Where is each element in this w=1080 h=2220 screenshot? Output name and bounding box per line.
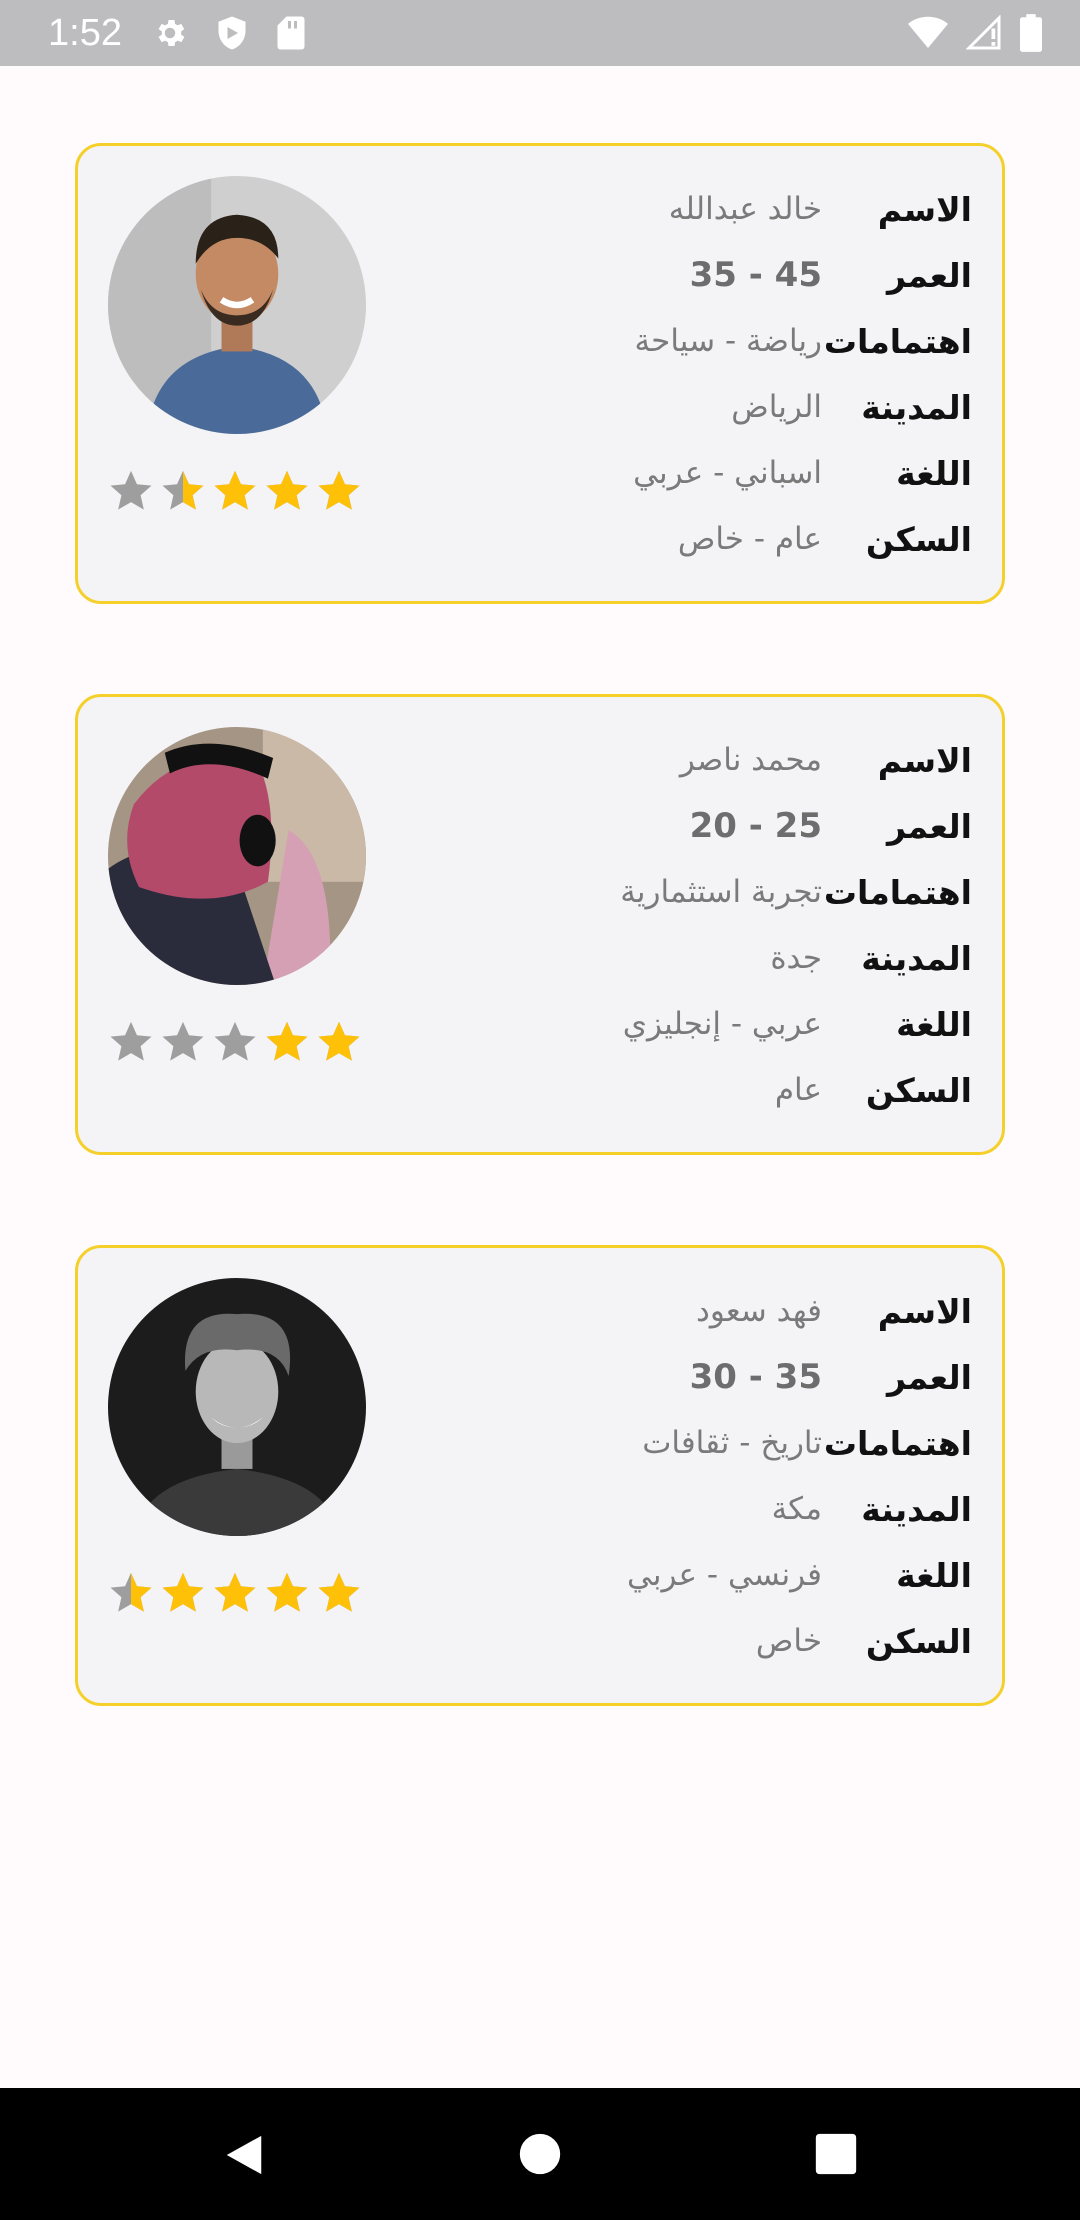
- interests-value: تجربة استثمارية: [620, 874, 822, 910]
- city-row: المدينة مكة: [412, 1476, 972, 1542]
- age-label: العمر: [887, 255, 972, 295]
- city-value: جدة: [770, 940, 822, 976]
- language-value: اسباني - عربي: [633, 455, 822, 491]
- status-bar: 1:52: [0, 0, 1080, 66]
- age-label: العمر: [887, 1357, 972, 1397]
- star-filled-icon: [318, 470, 360, 510]
- language-value: فرنسي - عربي: [626, 1557, 822, 1593]
- name-row: الاسم خالد عبدالله: [412, 176, 972, 242]
- status-time: 1:52: [48, 11, 122, 54]
- city-row: المدينة جدة: [412, 925, 972, 991]
- avatar: [108, 176, 366, 434]
- city-value: الرياض: [731, 389, 822, 425]
- age-value: 30 - 35: [689, 1357, 822, 1397]
- interests-value: تاريخ - ثقافات: [642, 1425, 822, 1461]
- age-label: العمر: [887, 806, 972, 846]
- rating-stars: [108, 1570, 368, 1622]
- sd-card-icon: [276, 15, 306, 51]
- star-filled-icon: [162, 1572, 204, 1612]
- home-icon[interactable]: [518, 2132, 562, 2180]
- profile-info: الاسم فهد سعود العمر 30 - 35 اهتمامات تا…: [412, 1278, 972, 1674]
- housing-value: عام: [774, 1072, 822, 1108]
- interests-label: اهتمامات: [823, 1423, 972, 1463]
- avatar: [108, 1278, 366, 1536]
- star-half-icon: [110, 1572, 152, 1612]
- profile-card[interactable]: الاسم فهد سعود العمر 30 - 35 اهتمامات تا…: [75, 1245, 1005, 1706]
- star-empty-icon: [162, 1021, 204, 1061]
- star-filled-icon: [214, 1572, 256, 1612]
- star-filled-icon: [318, 1021, 360, 1061]
- housing-row: السكن عام - خاص: [412, 506, 972, 572]
- star-filled-icon: [266, 1021, 308, 1061]
- city-label: المدينة: [861, 938, 972, 978]
- language-label: اللغة: [896, 453, 972, 493]
- age-row: العمر 20 - 25: [412, 793, 972, 859]
- shield-icon: [216, 15, 248, 51]
- interests-value: رياضة - سياحة: [634, 323, 822, 359]
- name-row: الاسم محمد ناصر: [412, 727, 972, 793]
- signal-icon: [966, 15, 1002, 51]
- star-filled-icon: [214, 470, 256, 510]
- city-value: مكة: [771, 1491, 822, 1527]
- interests-label: اهتمامات: [823, 872, 972, 912]
- profile-card[interactable]: الاسم خالد عبدالله العمر 35 - 45 اهتماما…: [75, 143, 1005, 604]
- housing-row: السكن خاص: [412, 1608, 972, 1674]
- profile-info: الاسم محمد ناصر العمر 20 - 25 اهتمامات ت…: [412, 727, 972, 1123]
- star-empty-icon: [110, 1021, 152, 1061]
- age-row: العمر 30 - 35: [412, 1344, 972, 1410]
- name-value: خالد عبدالله: [668, 191, 822, 227]
- language-label: اللغة: [896, 1555, 972, 1595]
- star-filled-icon: [266, 1572, 308, 1612]
- housing-label: السكن: [865, 519, 972, 559]
- gear-icon: [152, 15, 188, 51]
- city-label: المدينة: [861, 1489, 972, 1529]
- profile-info: الاسم خالد عبدالله العمر 35 - 45 اهتماما…: [412, 176, 972, 572]
- age-value: 20 - 25: [689, 806, 822, 846]
- name-value: فهد سعود: [696, 1293, 822, 1329]
- housing-value: خاص: [755, 1623, 822, 1659]
- language-row: اللغة عربي - إنجليزي: [412, 991, 972, 1057]
- name-label: الاسم: [877, 740, 972, 780]
- battery-icon: [1020, 14, 1042, 52]
- name-label: الاسم: [877, 189, 972, 229]
- housing-label: السكن: [865, 1621, 972, 1661]
- language-label: اللغة: [896, 1004, 972, 1044]
- rating-stars: [108, 468, 368, 520]
- rating-stars: [108, 1019, 368, 1071]
- interests-label: اهتمامات: [823, 321, 972, 361]
- avatar: [108, 727, 366, 985]
- recents-icon[interactable]: [814, 2132, 858, 2180]
- star-half-icon: [162, 470, 204, 510]
- wifi-icon: [908, 16, 948, 50]
- interests-row: اهتمامات تاريخ - ثقافات: [412, 1410, 972, 1476]
- star-empty-icon: [214, 1021, 256, 1061]
- back-icon[interactable]: [222, 2132, 266, 2182]
- interests-row: اهتمامات تجربة استثمارية: [412, 859, 972, 925]
- age-row: العمر 35 - 45: [412, 242, 972, 308]
- name-row: الاسم فهد سعود: [412, 1278, 972, 1344]
- star-filled-icon: [318, 1572, 360, 1612]
- name-value: محمد ناصر: [679, 742, 822, 778]
- city-label: المدينة: [861, 387, 972, 427]
- name-label: الاسم: [877, 1291, 972, 1331]
- age-value: 35 - 45: [689, 255, 822, 295]
- interests-row: اهتمامات رياضة - سياحة: [412, 308, 972, 374]
- star-empty-icon: [110, 470, 152, 510]
- profile-card[interactable]: الاسم محمد ناصر العمر 20 - 25 اهتمامات ت…: [75, 694, 1005, 1155]
- city-row: المدينة الرياض: [412, 374, 972, 440]
- housing-value: عام - خاص: [677, 521, 822, 557]
- language-row: اللغة فرنسي - عربي: [412, 1542, 972, 1608]
- star-filled-icon: [266, 470, 308, 510]
- profiles-list[interactable]: الاسم خالد عبدالله العمر 35 - 45 اهتماما…: [0, 66, 1080, 2088]
- housing-label: السكن: [865, 1070, 972, 1110]
- housing-row: السكن عام: [412, 1057, 972, 1123]
- language-row: اللغة اسباني - عربي: [412, 440, 972, 506]
- navigation-bar: [0, 2088, 1080, 2220]
- language-value: عربي - إنجليزي: [622, 1006, 822, 1042]
